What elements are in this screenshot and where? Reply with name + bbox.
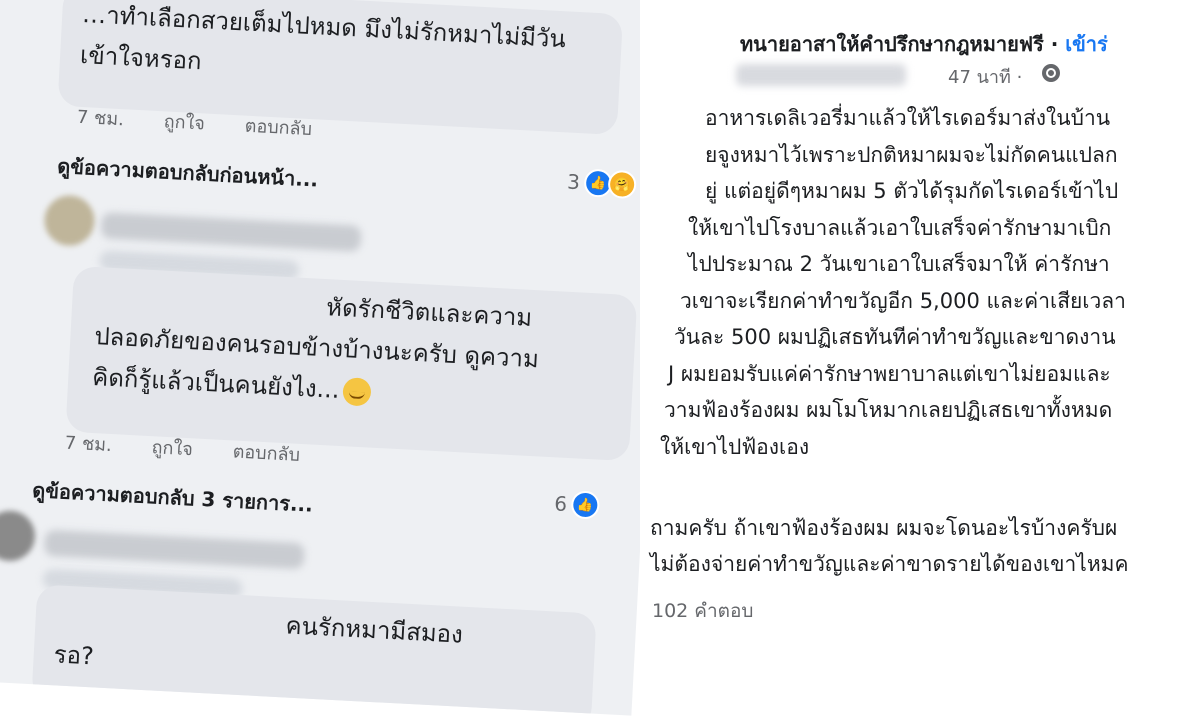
commenter-name-blur-3 [43,529,305,570]
comment-1-reaction-count: 3 [566,169,581,195]
post-author-blur [736,64,906,86]
post-question-line: ไม่ต้องจ่ายค่าทำขวัญและค่าขาดรายได้ของเข… [650,552,1129,576]
join-group-link[interactable]: เข้าร่ [1065,32,1107,56]
post-group-name: ทนายอาสาให้คำปรึกษากฎหมายฟรี · เข้าร่ [740,32,1108,56]
globe-icon [1042,64,1060,82]
comment-1-like-link[interactable]: ถูกใจ [163,106,206,137]
view-previous-replies-link[interactable]: ดูข้อความตอบกลับก่อนหน้า... [57,150,319,196]
comment-2-like-link[interactable]: ถูกใจ [151,432,194,463]
view-replies-link[interactable]: ดูข้อความตอบกลับ 3 รายการ... [32,474,314,521]
reply-count-link[interactable]: 102 คำตอบ [652,596,754,626]
comment-2-reply-link[interactable]: ตอบกลับ [232,436,301,468]
post-body-line: ไปประมาณ 2 วันเขาเอาใบเสร็จมาให้ ค่ารักษ… [688,252,1110,276]
commenter-avatar-2 [43,194,96,247]
post-question: ถามครับ ถ้าเขาฟ้องร้องผม ผมจะโดนอะไรบ้าง… [650,510,1129,582]
commenter-avatar-3 [0,509,37,563]
comment-1-reactions: 3 👍 🤗 [566,168,637,200]
post-body: อาหารเดลิเวอรี่มาแล้วให้ไรเดอร์มาส่งในบ้… [650,100,1126,465]
comment-2-reaction-count: 6 [553,491,568,516]
relieved-face-icon [342,377,373,407]
post-body-line: ยจูงหมาไว้เพราะปกติหมาผมจะไม่กัดคนแปลก [705,142,1118,167]
care-reaction-icon: 🤗 [607,169,637,200]
comment-2-line-3: คิดก็รู้แล้วเป็นคนยังไง... [91,362,341,404]
post-body-line: J ผมยอมรับแค่ค่ารักษาพยาบาลแต่เขาไม่ยอมแ… [668,361,1111,386]
comment-2-reactions: 6 👍 [553,489,600,520]
post-body-line: วเขาจะเรียกค่าทำขวัญอีก 5,000 และค่าเสีย… [680,288,1126,313]
post-body-line: ให้เขาไปฟ้องเอง [660,434,810,459]
like-reaction-icon: 👍 [570,490,600,520]
post-body-line: วันละ 500 ผมปฏิเสธทันทีค่าทำขวัญและขาดงา… [674,325,1116,349]
post-timestamp[interactable]: 47 นาที · [948,62,1022,91]
group-name-link[interactable]: ทนายอาสาให้คำปรึกษากฎหมายฟรี [740,32,1044,56]
facebook-post: ทนายอาสาให้คำปรึกษากฎหมายฟรี · เข้าร่ 47… [640,0,1200,628]
post-question-line: ถามครับ ถ้าเขาฟ้องร้องผม ผมจะโดนอะไรบ้าง… [650,516,1118,540]
comment-thread-screenshot: …าทำเลือกสวยเต็มไปหมด มึงไม่รักหมาไม่มีว… [0,0,670,716]
comment-1-reply-link[interactable]: ตอบกลับ [244,111,313,143]
post-body-line: ยู่ แต่อยู่ดีๆหมาผม 5 ตัวได้รุมกัดไรเดอร… [705,179,1119,203]
comment-2-time: 7 ชม. [64,432,113,457]
comment-1-time: 7 ชม. [76,106,125,131]
comment-bubble-3: คนรักหมามีสมอง รอ? [31,584,597,716]
commenter-name-blur-2 [100,212,362,252]
post-body-line: วามฟ้องร้องผม ผมโมโหมากเลยปฏิเสธเขาทั้งห… [664,398,1113,422]
post-body-line: อาหารเดลิเวอรี่มาแล้วให้ไรเดอร์มาส่งในบ้… [705,106,1111,130]
post-body-line: ให้เขาไปโรงบาลแล้วเอาใบเสร็จค่ารักษามาเบ… [688,215,1112,240]
